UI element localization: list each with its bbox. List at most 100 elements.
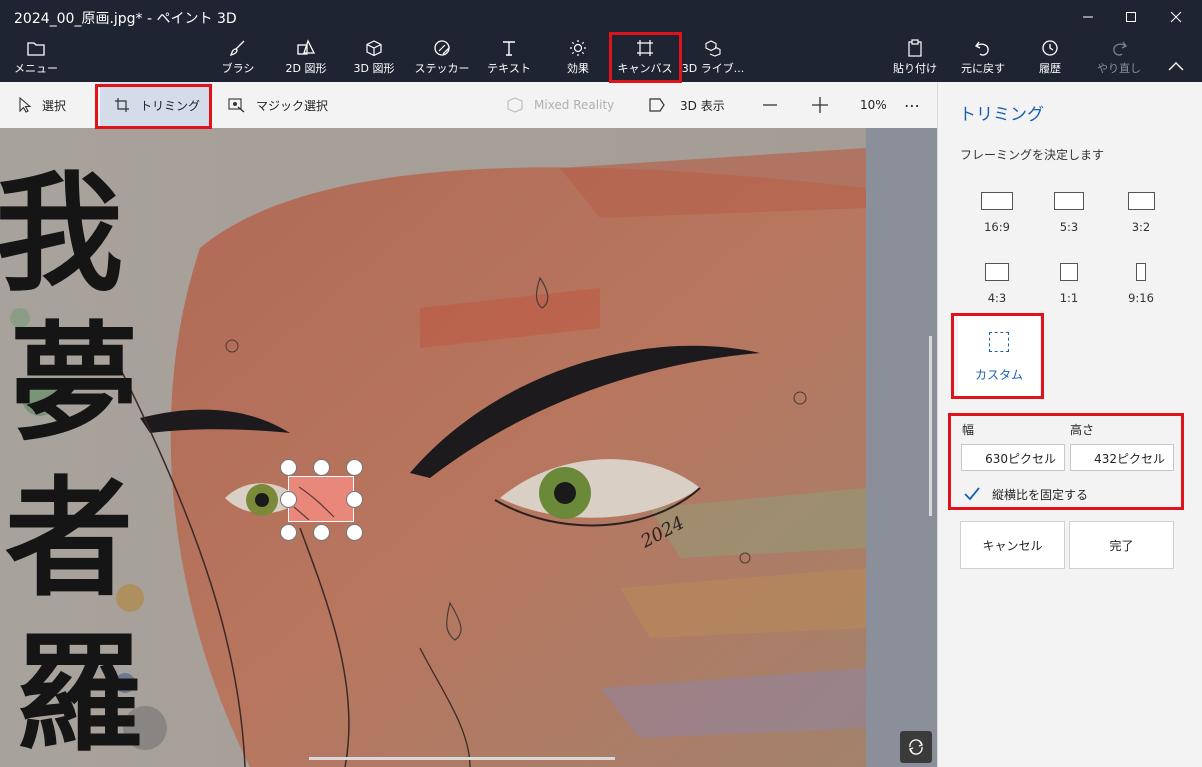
- paste-label: 貼り付け: [893, 62, 937, 75]
- view-3d-label: 3D 表示: [680, 98, 725, 113]
- effects-label: 効果: [567, 62, 589, 75]
- sticker-icon: [434, 40, 450, 56]
- shapes-3d-label: 3D 図形: [353, 62, 395, 75]
- ratio-1-1-button[interactable]: 1:1: [1034, 263, 1104, 305]
- ratio-16-9-button[interactable]: 16:9: [962, 192, 1032, 234]
- menu-label: メニュー: [14, 62, 58, 75]
- height-input[interactable]: 432ピクセル: [1070, 444, 1174, 471]
- redo-button[interactable]: やり直し: [1096, 38, 1142, 80]
- undo-button[interactable]: 元に戻す: [958, 38, 1008, 80]
- select-tool[interactable]: 選択: [18, 82, 66, 128]
- select-label: 選択: [42, 98, 67, 113]
- ratio-16-9-icon: [981, 192, 1013, 210]
- history-icon: [1042, 40, 1058, 56]
- crop-handle-se[interactable]: [346, 524, 363, 541]
- text-tool[interactable]: テキスト: [486, 38, 532, 80]
- ribbon: メニュー ブラシ 2D 図形 3D 図形 ステッカー テキスト 効果 キャンバス…: [0, 34, 1202, 82]
- vertical-scrollbar[interactable]: [929, 336, 932, 516]
- crop-handle-e[interactable]: [346, 491, 363, 508]
- sun-icon: [570, 40, 586, 56]
- width-input[interactable]: 630ピクセル: [961, 444, 1065, 471]
- ratio-5-3-label: 5:3: [1059, 220, 1079, 234]
- maximize-icon: [1126, 12, 1136, 22]
- redo-icon: [1113, 41, 1127, 56]
- crop-preview-icon: [293, 486, 335, 520]
- menu-button[interactable]: メニュー: [14, 38, 58, 80]
- crop-handle-n[interactable]: [313, 459, 330, 476]
- zoom-level[interactable]: 10%: [860, 82, 887, 128]
- crop-tool[interactable]: トリミング: [100, 82, 210, 128]
- canvas-tool[interactable]: キャンバス: [617, 38, 673, 80]
- minus-icon: [763, 104, 777, 106]
- zoom-out-button[interactable]: [762, 82, 778, 128]
- plus-icon: [812, 97, 828, 113]
- ratio-1-1-label: 1:1: [1059, 291, 1079, 305]
- 3d-library-tool[interactable]: 3D ライブ...: [682, 38, 744, 80]
- ratio-9-16-icon: [1136, 263, 1146, 281]
- ratio-4-3-icon: [985, 263, 1009, 281]
- effects-tool[interactable]: 効果: [558, 38, 598, 80]
- magic-select-tool[interactable]: マジック選択: [228, 82, 328, 128]
- ratio-3-2-label: 3:2: [1131, 220, 1151, 234]
- minimize-icon: [1083, 16, 1093, 18]
- crop-handle-s[interactable]: [313, 524, 330, 541]
- cancel-button[interactable]: キャンセル: [960, 521, 1065, 569]
- custom-ratio-button[interactable]: カスタム: [958, 316, 1040, 398]
- stickers-label: ステッカー: [414, 62, 470, 75]
- history-label: 履歴: [1039, 62, 1061, 75]
- 3d-view-button[interactable]: 3D 表示: [648, 82, 725, 128]
- ratio-9-16-label: 9:16: [1128, 291, 1154, 305]
- horizontal-scrollbar[interactable]: [309, 757, 615, 760]
- brush-icon: [229, 40, 245, 57]
- custom-selection-icon: [989, 331, 1009, 352]
- folder-icon: [27, 42, 45, 56]
- undo-icon: [975, 41, 989, 56]
- mixed-reality-label: Mixed Reality: [534, 98, 615, 112]
- ratio-9-16-button[interactable]: 9:16: [1106, 263, 1176, 305]
- cursor-icon: [19, 97, 32, 113]
- height-label: 高さ: [1070, 423, 1095, 437]
- minimize-button[interactable]: [1068, 4, 1108, 30]
- undo-label: 元に戻す: [961, 62, 1005, 75]
- crop-selection[interactable]: [288, 476, 354, 522]
- crop-handle-ne[interactable]: [346, 459, 363, 476]
- cube-icon: [366, 40, 382, 57]
- lock-aspect-checkbox[interactable]: [963, 485, 981, 503]
- ratio-5-3-button[interactable]: 5:3: [1034, 192, 1104, 234]
- ratio-4-3-button[interactable]: 4:3: [962, 263, 1032, 305]
- chevron-up-icon: [1168, 62, 1184, 71]
- stickers-tool[interactable]: ステッカー: [413, 38, 471, 80]
- crop-handle-nw[interactable]: [280, 459, 297, 476]
- library-3d-icon: [705, 40, 721, 57]
- custom-ratio-label: カスタム: [974, 367, 1023, 382]
- crop-panel: トリミング フレーミングを決定します 16:9 5:3 3:2 4:3 1:1 …: [937, 82, 1202, 767]
- crop-label: トリミング: [140, 98, 201, 113]
- shapes-2d-label: 2D 図形: [285, 62, 327, 75]
- crop-handle-sw[interactable]: [280, 524, 297, 541]
- paste-button[interactable]: 貼り付け: [892, 38, 938, 80]
- lock-aspect-label: 縦横比を固定する: [992, 488, 1089, 502]
- artwork-kanji-2: 夢: [10, 309, 138, 459]
- 3d-shapes-tool[interactable]: 3D 図形: [348, 38, 400, 80]
- more-options-button[interactable]: ⋯: [904, 82, 920, 128]
- text-label: テキスト: [487, 62, 531, 75]
- brush-tool[interactable]: ブラシ: [216, 38, 260, 80]
- close-button[interactable]: [1156, 4, 1196, 30]
- collapse-ribbon-button[interactable]: [1162, 38, 1190, 80]
- 2d-shapes-tool[interactable]: 2D 図形: [280, 38, 332, 80]
- mixed-reality-button[interactable]: Mixed Reality: [506, 82, 614, 128]
- done-button[interactable]: 完了: [1069, 521, 1174, 569]
- history-button[interactable]: 履歴: [1028, 38, 1072, 80]
- zoom-in-button[interactable]: [811, 82, 829, 128]
- artwork-image: 我 夢 者 羅 2024: [0, 128, 937, 767]
- reset-view-button[interactable]: [900, 731, 932, 763]
- crop-handle-w[interactable]: [280, 491, 297, 508]
- maximize-button[interactable]: [1111, 4, 1151, 30]
- canvas-toolbar: 選択 トリミング マジック選択 Mixed Reality 3D 表示 10% …: [0, 82, 937, 128]
- canvas-area[interactable]: 我 夢 者 羅 2024: [0, 128, 937, 767]
- ratio-3-2-button[interactable]: 3:2: [1106, 192, 1176, 234]
- view-3d-icon: [649, 98, 665, 112]
- clipboard-icon: [908, 39, 922, 57]
- panel-title: トリミング: [959, 105, 1044, 125]
- artwork-kanji-4: 羅: [15, 619, 143, 767]
